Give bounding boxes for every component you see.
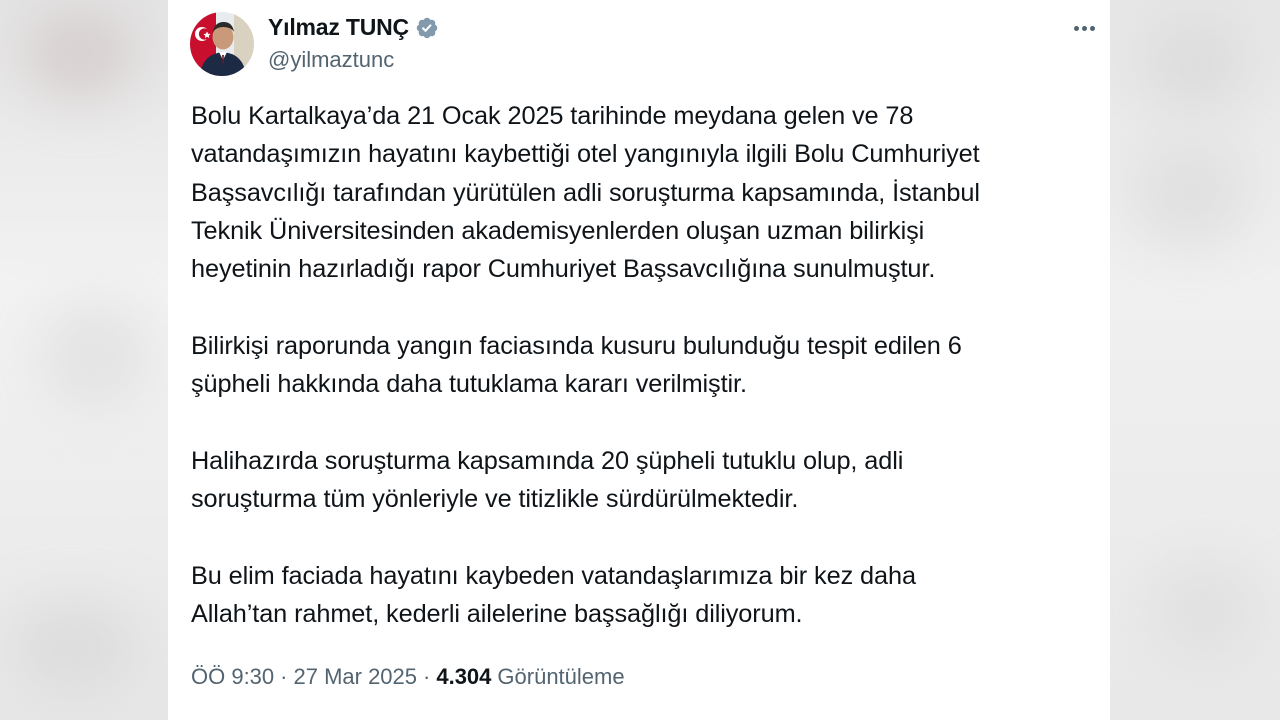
more-options-icon-dot xyxy=(1081,25,1087,31)
avatar[interactable] xyxy=(190,12,254,76)
background-left-blur xyxy=(0,0,168,720)
tweet-paragraph: Bu elim faciada hayatını kaybeden vatand… xyxy=(191,561,916,628)
author-display-name[interactable]: Yılmaz TUNÇ xyxy=(268,14,409,41)
meta-separator: · xyxy=(423,664,431,689)
tweet-date[interactable]: 27 Mar 2025 xyxy=(293,664,417,690)
more-options-button[interactable] xyxy=(1064,14,1104,42)
tweet-card: Yılmaz TUNÇ @yilmaztunc Bolu Kartalkaya’… xyxy=(168,0,1110,720)
author-name-row[interactable]: Yılmaz TUNÇ xyxy=(268,14,439,41)
views-label: Görüntüleme xyxy=(497,664,625,689)
tweet-paragraph: Halihazırda soruşturma kapsamında 20 şüp… xyxy=(191,446,904,513)
verified-badge-icon xyxy=(416,17,438,38)
background-right-blur xyxy=(1110,0,1280,720)
more-options-icon-dot xyxy=(1073,25,1079,31)
tweet-meta: ÖÖ 9:30 · 27 Mar 2025 · 4.304 Görüntülem… xyxy=(191,664,625,690)
more-options-icon-dot xyxy=(1089,25,1095,31)
author-handle[interactable]: @yilmaztunc xyxy=(268,47,394,73)
tweet-time[interactable]: ÖÖ 9:30 xyxy=(191,664,274,690)
meta-separator: · xyxy=(280,664,288,689)
tweet-paragraph: Bilirkişi raporunda yangın faciasında ku… xyxy=(191,331,962,399)
tweet-text: Bolu Kartalkaya’da 21 Ocak 2025 tarihind… xyxy=(191,97,1091,671)
tweet-paragraph: Bolu Kartalkaya’da 21 Ocak 2025 tarihind… xyxy=(191,102,980,284)
avatar-photo xyxy=(190,12,254,76)
views-count: 4.304 xyxy=(436,664,492,689)
